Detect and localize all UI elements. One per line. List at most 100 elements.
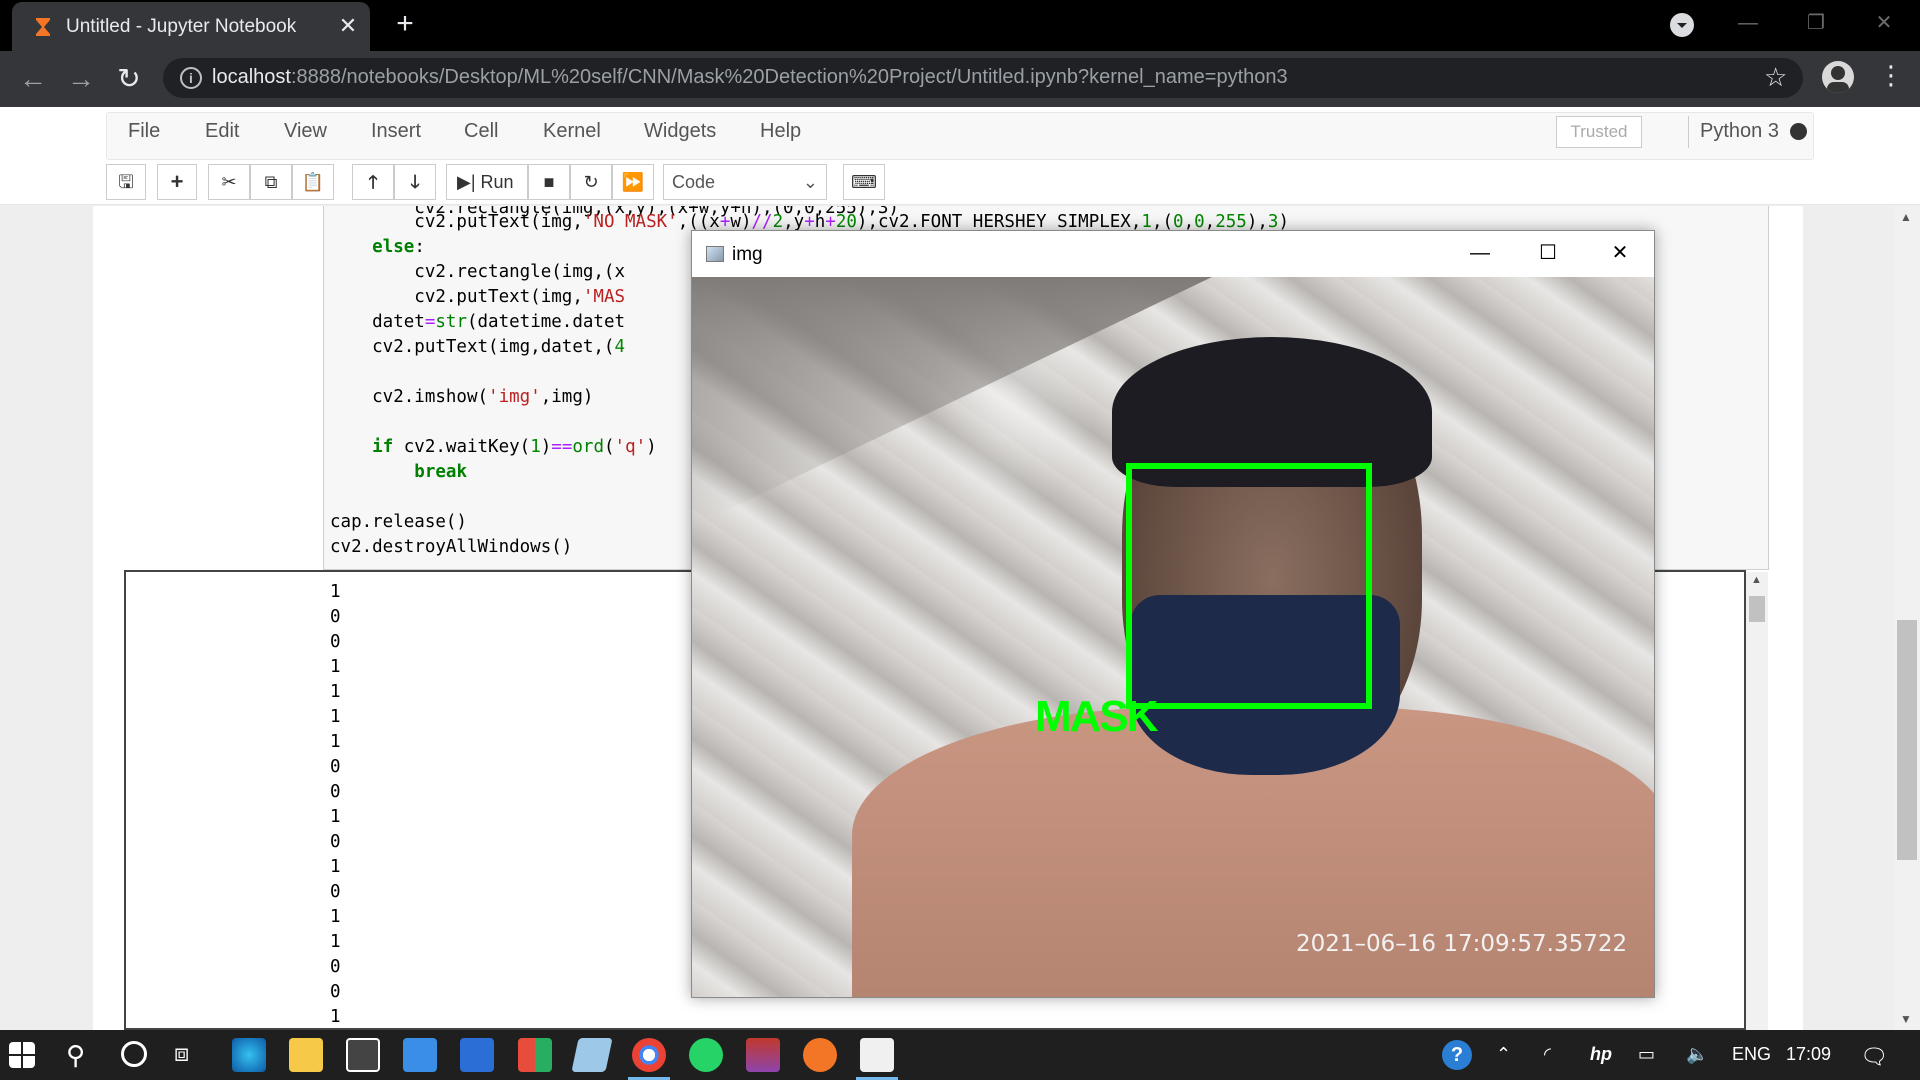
output-scroll-thumb[interactable]: [1749, 596, 1765, 622]
img-minimize-icon[interactable]: —: [1460, 238, 1500, 268]
cell-type-value: Code: [672, 172, 716, 192]
cortana-icon[interactable]: [121, 1041, 147, 1067]
search-icon[interactable]: ⚲: [66, 1040, 85, 1071]
code-line-1: cv2.putText(img,'NO MASK',((x+w)//2,y+h+…: [330, 212, 1289, 232]
menu-file[interactable]: File: [128, 120, 160, 143]
output-line: 0: [330, 607, 341, 627]
page-scrollbar[interactable]: [1894, 206, 1920, 1030]
output-line: 0: [330, 782, 341, 802]
output-line: 1: [330, 807, 341, 827]
img-close-icon[interactable]: ✕: [1600, 238, 1640, 268]
keyboard-icon[interactable]: ⌨: [843, 164, 885, 200]
img-maximize-icon[interactable]: ☐: [1528, 238, 1568, 268]
jupyter-icon[interactable]: [803, 1038, 837, 1072]
interrupt-icon[interactable]: ■: [528, 164, 570, 200]
restart-icon[interactable]: ↻: [570, 164, 612, 200]
insert-cell-icon[interactable]: +: [157, 164, 197, 200]
code-line-6: cv2.putText(img,datet,(4: [330, 337, 626, 357]
minimize-icon[interactable]: —: [1728, 8, 1768, 38]
help-icon[interactable]: ?: [1442, 1040, 1472, 1070]
scroll-up-icon[interactable]: ▲: [1751, 574, 1762, 586]
app-icon-2[interactable]: [571, 1038, 613, 1072]
output-line: 0: [330, 957, 341, 977]
code-line-14: cv2.destroyAllWindows(): [330, 537, 573, 557]
volume-icon[interactable]: 🔈: [1686, 1044, 1708, 1065]
tab-search-icon[interactable]: [1670, 13, 1694, 37]
bookmark-star-icon[interactable]: ☆: [1764, 62, 1787, 93]
output-line: 1: [330, 682, 341, 702]
kernel-name[interactable]: Python 3: [1700, 120, 1779, 143]
show-hidden-icons[interactable]: ⌃: [1496, 1044, 1511, 1065]
trusted-indicator[interactable]: Trusted: [1556, 116, 1642, 148]
paste-icon[interactable]: 📋: [292, 164, 334, 200]
move-up-icon[interactable]: 🡑: [352, 164, 394, 200]
edge-icon[interactable]: [232, 1038, 266, 1072]
output-scrollbar[interactable]: [1746, 572, 1768, 1030]
whatsapp-icon[interactable]: [689, 1038, 723, 1072]
code-line-4: cv2.putText(img,'MAS: [330, 287, 626, 307]
restart-run-all-icon[interactable]: ⏩: [612, 164, 654, 200]
output-line: 1: [330, 907, 341, 927]
menu-help[interactable]: Help: [760, 120, 801, 143]
new-tab-button[interactable]: +: [390, 9, 420, 40]
notepad-icon[interactable]: [860, 1038, 894, 1072]
close-window-icon[interactable]: ✕: [1864, 8, 1904, 38]
window-app-icon: [706, 246, 724, 262]
menu-insert[interactable]: Insert: [371, 120, 421, 143]
output-line: 1: [330, 707, 341, 727]
app-icon-1[interactable]: [518, 1038, 552, 1072]
code-line-13: cap.release(): [330, 512, 467, 532]
output-line: 0: [330, 757, 341, 777]
word-icon[interactable]: [460, 1038, 494, 1072]
hp-icon[interactable]: hp: [1590, 1044, 1612, 1065]
mail-icon[interactable]: [403, 1038, 437, 1072]
start-icon[interactable]: [9, 1042, 35, 1068]
output-line: 1: [330, 1007, 341, 1027]
back-icon[interactable]: ←: [16, 63, 50, 97]
restore-icon[interactable]: ❐: [1796, 8, 1836, 38]
code-line-2: else:: [372, 237, 425, 257]
reload-icon[interactable]: ↻: [112, 63, 146, 97]
windows-taskbar: [0, 1030, 1920, 1080]
language-indicator[interactable]: ENG: [1732, 1044, 1771, 1065]
menu-edit[interactable]: Edit: [205, 120, 239, 143]
tab-close-icon[interactable]: ✕: [334, 12, 362, 40]
url-text[interactable]: localhost:8888/notebooks/Desktop/ML%20se…: [212, 66, 1288, 89]
move-down-icon[interactable]: 🡓: [394, 164, 436, 200]
notifications-icon[interactable]: 🗨: [1860, 1044, 1888, 1070]
chrome-menu-icon[interactable]: ⋮: [1878, 60, 1904, 91]
store-icon[interactable]: [346, 1038, 380, 1072]
clock[interactable]: 17:09: [1786, 1044, 1831, 1065]
code-line-10: if cv2.waitKey(1)==ord('q'): [372, 437, 657, 457]
menu-cell[interactable]: Cell: [464, 120, 498, 143]
wifi-icon[interactable]: ◜: [1544, 1044, 1551, 1065]
winrar-icon[interactable]: [746, 1038, 780, 1072]
forward-icon[interactable]: →: [64, 63, 98, 97]
chrome-icon[interactable]: [632, 1038, 666, 1072]
page-scroll-up-icon[interactable]: ▲: [1900, 210, 1912, 224]
run-label: Run: [480, 172, 514, 192]
page-scroll-thumb[interactable]: [1897, 620, 1917, 860]
browser-tab[interactable]: Untitled - Jupyter Notebook ✕: [12, 2, 370, 51]
battery-icon[interactable]: ▭: [1638, 1044, 1655, 1065]
copy-icon[interactable]: ⧉: [250, 164, 292, 200]
hourglass-icon: [36, 18, 50, 36]
tab-title: Untitled - Jupyter Notebook: [66, 16, 297, 37]
cell-type-select[interactable]: Code ⌄: [663, 164, 827, 200]
run-button[interactable]: ▶| Run: [446, 164, 528, 200]
output-line: 0: [330, 632, 341, 652]
file-explorer-icon[interactable]: [289, 1038, 323, 1072]
profile-avatar[interactable]: [1822, 61, 1854, 93]
kernel-divider: [1688, 116, 1689, 148]
info-icon[interactable]: i: [180, 67, 202, 89]
page-scroll-down-icon[interactable]: ▼: [1900, 1012, 1912, 1026]
menu-view[interactable]: View: [284, 120, 327, 143]
menu-widgets[interactable]: Widgets: [644, 120, 716, 143]
output-line: 0: [330, 832, 341, 852]
cut-icon[interactable]: ✂: [208, 164, 250, 200]
timestamp-overlay: 2021–06–16 17:09:57.35722: [1296, 931, 1628, 957]
code-line-11: break: [414, 462, 467, 482]
menu-kernel[interactable]: Kernel: [543, 120, 601, 143]
task-view-icon[interactable]: ⧈: [174, 1040, 189, 1068]
save-icon[interactable]: 🖫: [106, 164, 146, 200]
